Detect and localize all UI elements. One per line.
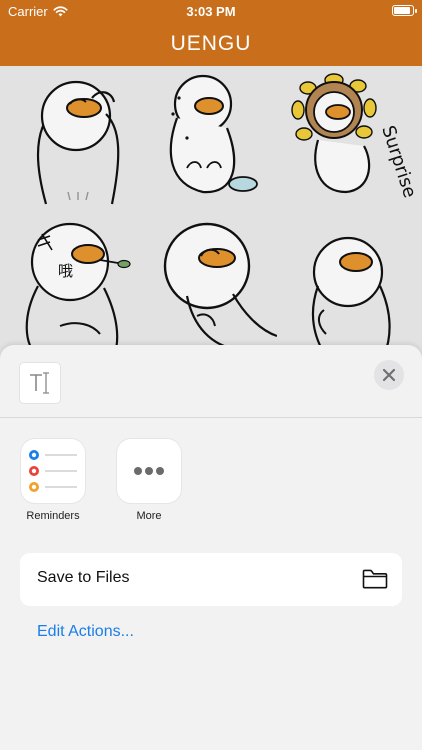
status-bar: Carrier 3:03 PM	[0, 0, 422, 22]
save-to-files-label: Save to Files	[37, 569, 130, 586]
edit-actions-link[interactable]: Edit Actions...	[37, 623, 134, 641]
more-action[interactable]: More	[107, 439, 191, 522]
reminders-action[interactable]: Reminders	[11, 439, 95, 522]
battery-icon	[392, 5, 417, 16]
share-sheet: Reminders More Save to Files Edit Action…	[0, 345, 422, 750]
share-actions-row: Reminders More	[0, 439, 422, 529]
close-icon	[382, 368, 396, 382]
reminders-icon	[21, 439, 85, 503]
text-preview-thumbnail	[20, 363, 60, 403]
status-time: 3:03 PM	[186, 4, 236, 19]
more-icon	[117, 439, 181, 503]
nav-bar: UENGU	[0, 22, 422, 66]
battery-level	[394, 7, 410, 14]
folder-icon	[362, 569, 388, 589]
text-cursor-icon	[30, 372, 49, 394]
close-button[interactable]	[374, 360, 404, 390]
page-title: UENGU	[170, 32, 252, 55]
reminders-label: Reminders	[26, 510, 80, 522]
dim-overlay	[0, 66, 422, 366]
more-label: More	[136, 510, 162, 522]
save-to-files-button[interactable]: Save to Files	[20, 553, 402, 606]
share-sheet-header	[0, 345, 422, 418]
